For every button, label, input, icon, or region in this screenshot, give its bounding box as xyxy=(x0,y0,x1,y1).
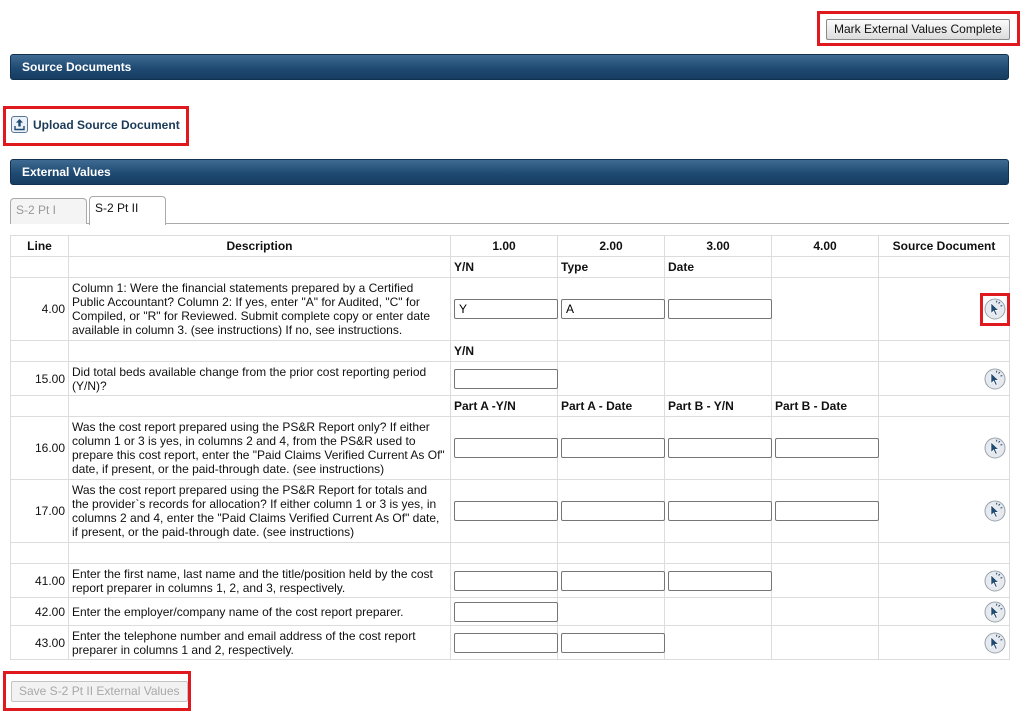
value-input-col3[interactable] xyxy=(668,570,772,591)
value-input-col4[interactable] xyxy=(775,438,879,458)
upload-icon xyxy=(11,116,28,133)
value-input-col1[interactable] xyxy=(454,501,558,521)
table-row: 15.00 Did total beds available change fr… xyxy=(10,361,1010,396)
line-description: Was the cost report prepared using the P… xyxy=(68,416,451,480)
line-description: Enter the first name, last name and the … xyxy=(68,563,451,598)
table-header-row: Line Description 1.00 2.00 3.00 4.00 Sou… xyxy=(10,235,1010,257)
value-input-col2[interactable] xyxy=(561,632,665,653)
value-input-col3[interactable] xyxy=(668,438,772,458)
mark-external-values-complete-button[interactable]: Mark External Values Complete xyxy=(826,19,1010,40)
subheader-label: Part B - Y/N xyxy=(664,395,772,417)
tab-s2-pt-i[interactable]: S-2 Pt I xyxy=(10,198,87,224)
column-header-description: Description xyxy=(68,235,451,257)
line-number: 42.00 xyxy=(10,597,69,626)
subheader-label: Part A -Y/N xyxy=(450,395,558,417)
line-description: Column 1: Were the financial statements … xyxy=(68,277,451,341)
external-values-table: Line Description 1.00 2.00 3.00 4.00 Sou… xyxy=(10,235,1010,660)
subheader-label: Part A - Date xyxy=(557,395,665,417)
value-input-col1[interactable] xyxy=(454,570,558,591)
column-header-2: 2.00 xyxy=(557,235,665,257)
subheader-label: Y/N xyxy=(450,256,558,278)
value-input-col2[interactable] xyxy=(561,570,665,591)
table-row: 43.00 Enter the telephone number and ema… xyxy=(10,625,1010,660)
value-input-col2[interactable] xyxy=(561,438,665,458)
value-input-col1[interactable] xyxy=(454,368,558,389)
source-document-pointer-icon[interactable] xyxy=(984,437,1006,459)
source-document-pointer-icon[interactable] xyxy=(984,570,1006,592)
line-number: 16.00 xyxy=(10,416,69,480)
value-input-col1[interactable] xyxy=(454,438,558,458)
upload-source-document-label: Upload Source Document xyxy=(33,117,180,132)
line-description: Did total beds available change from the… xyxy=(68,361,451,396)
table-row: 17.00 Was the cost report prepared using… xyxy=(10,479,1010,543)
source-document-pointer-icon[interactable] xyxy=(984,632,1006,654)
source-document-pointer-icon[interactable] xyxy=(984,601,1006,623)
source-documents-header: Source Documents xyxy=(10,54,1009,80)
column-header-source-document: Source Document xyxy=(878,235,1010,257)
source-document-pointer-icon[interactable] xyxy=(984,368,1006,390)
save-external-values-button[interactable]: Save S-2 Pt II External Values xyxy=(11,681,188,702)
line-number: 4.00 xyxy=(10,277,69,341)
table-row: 16.00 Was the cost report prepared using… xyxy=(10,416,1010,480)
column-header-4: 4.00 xyxy=(771,235,879,257)
value-input-col2[interactable] xyxy=(561,299,665,319)
upload-source-document-link[interactable]: Upload Source Document xyxy=(11,116,180,133)
subheader-label: Type xyxy=(557,256,665,278)
line-description: Was the cost report prepared using the P… xyxy=(68,479,451,543)
value-input-col3[interactable] xyxy=(668,501,772,521)
line-number: 41.00 xyxy=(10,563,69,598)
worksheet-tabs: S-2 Pt I S-2 Pt II xyxy=(10,196,1009,225)
source-document-pointer-icon[interactable] xyxy=(984,298,1006,320)
subheader-label: Part B - Date xyxy=(771,395,879,417)
value-input-col1[interactable] xyxy=(454,299,558,319)
subheader-row: Part A -Y/N Part A - Date Part B - Y/N P… xyxy=(10,395,1010,417)
spacer-row xyxy=(10,542,1010,564)
value-input-col4[interactable] xyxy=(775,501,879,521)
subheader-label: Date xyxy=(664,256,772,278)
line-number: 17.00 xyxy=(10,479,69,543)
tab-s2-pt-ii[interactable]: S-2 Pt II xyxy=(89,196,166,225)
subheader-label: Y/N xyxy=(450,340,558,362)
column-header-3: 3.00 xyxy=(664,235,772,257)
source-document-pointer-icon[interactable] xyxy=(984,500,1006,522)
line-number: 43.00 xyxy=(10,625,69,660)
table-row: 42.00 Enter the employer/company name of… xyxy=(10,597,1010,626)
subheader-row: Y/N xyxy=(10,340,1010,362)
table-row: 41.00 Enter the first name, last name an… xyxy=(10,563,1010,598)
value-input-col3[interactable] xyxy=(668,299,772,319)
column-header-line: Line xyxy=(10,235,69,257)
line-description: Enter the telephone number and email add… xyxy=(68,625,451,660)
table-row: 4.00 Column 1: Were the financial statem… xyxy=(10,277,1010,341)
value-input-col1[interactable] xyxy=(454,632,558,653)
value-input-col1[interactable] xyxy=(454,601,558,622)
column-header-1: 1.00 xyxy=(450,235,558,257)
line-description: Enter the employer/company name of the c… xyxy=(68,597,451,626)
value-input-col2[interactable] xyxy=(561,501,665,521)
subheader-row: Y/N Type Date xyxy=(10,256,1010,278)
line-number: 15.00 xyxy=(10,361,69,396)
external-values-header: External Values xyxy=(10,159,1009,185)
